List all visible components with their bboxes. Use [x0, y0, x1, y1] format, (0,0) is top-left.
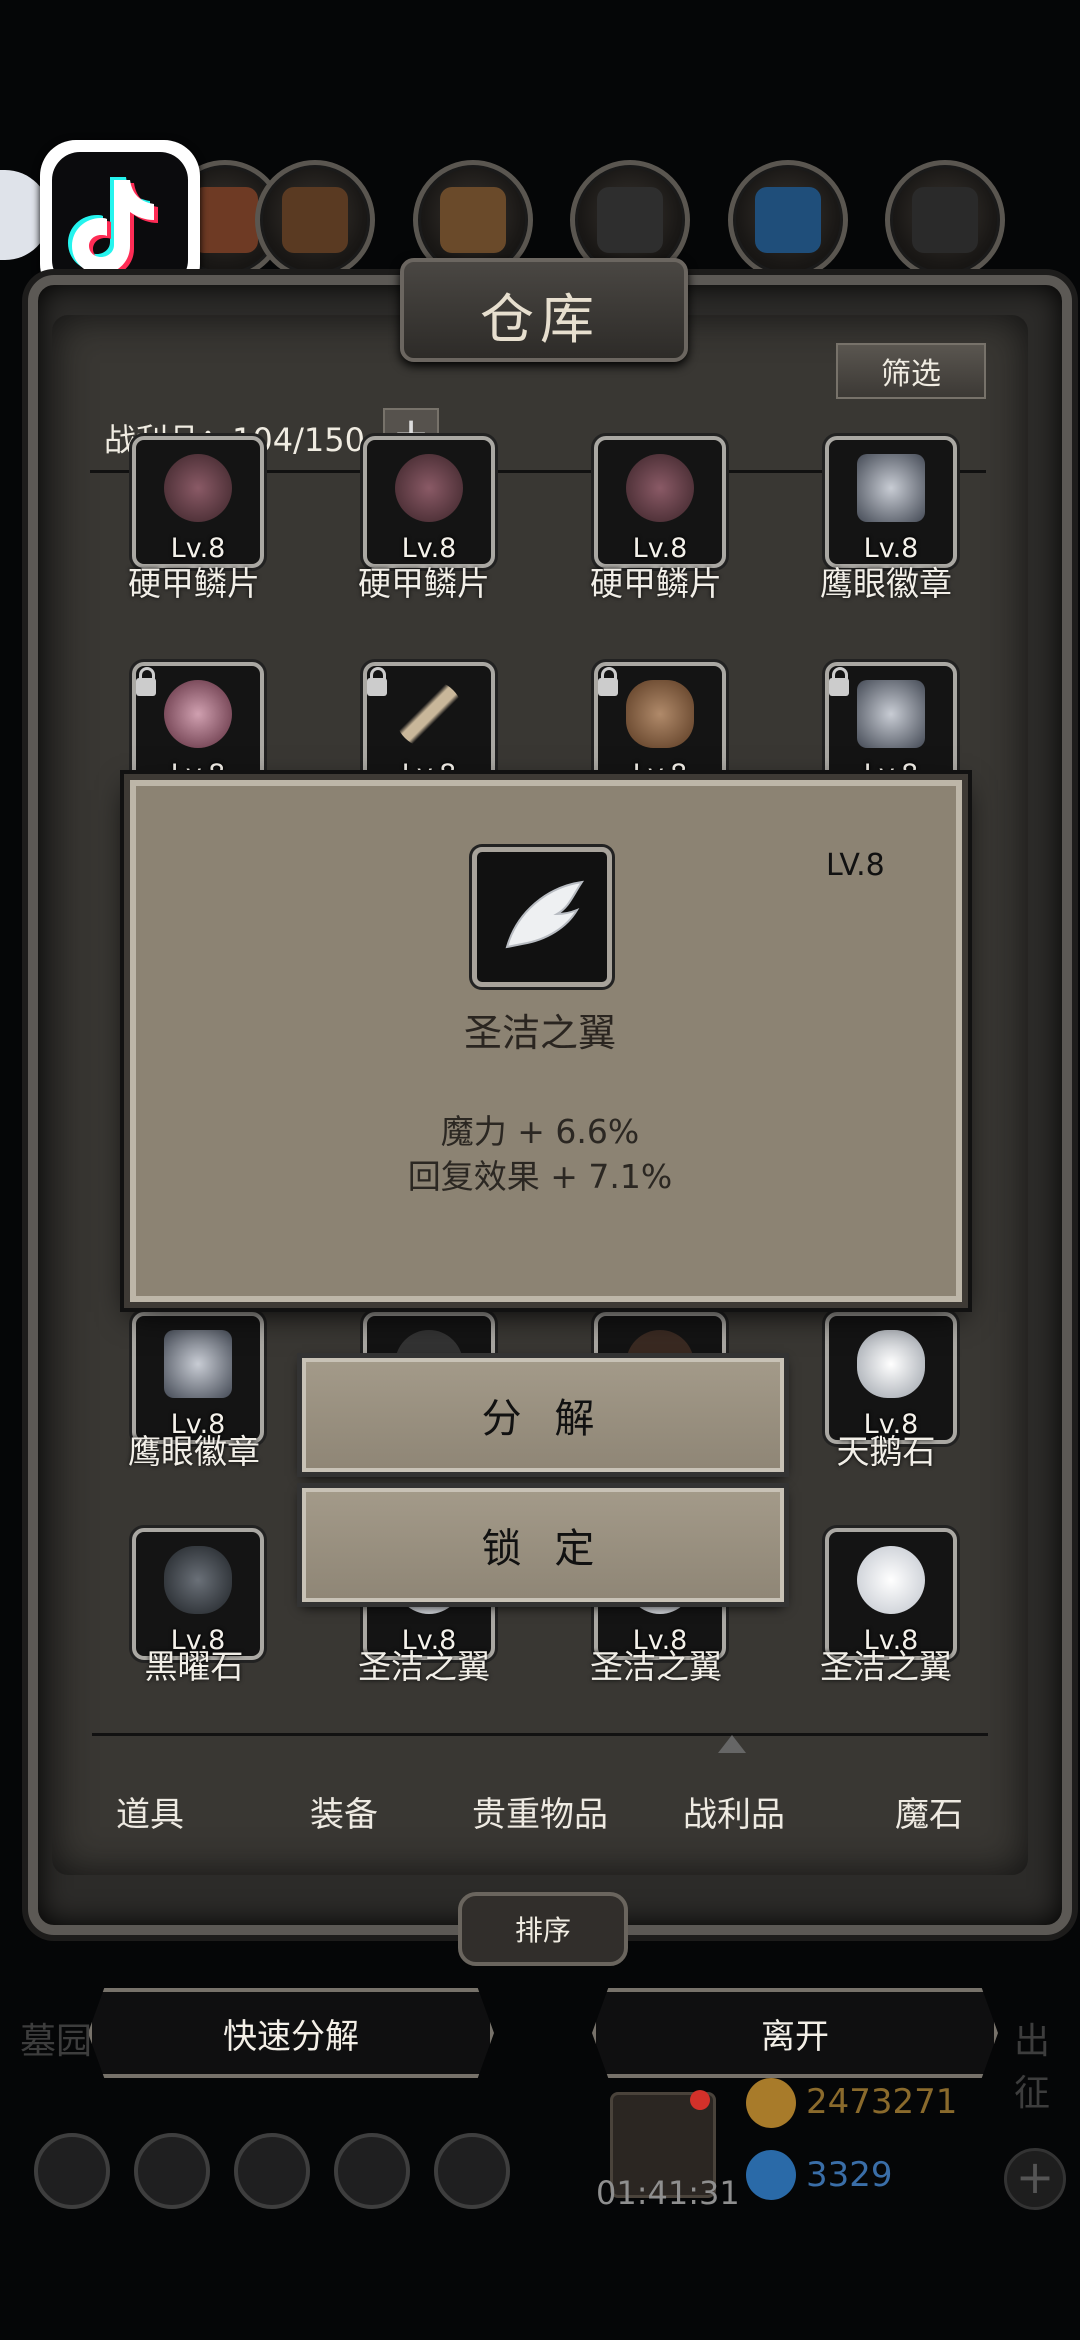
gold-amount: 2473271 [806, 2082, 958, 2122]
lock-icon [829, 667, 849, 696]
mail-icon[interactable] [334, 2133, 410, 2209]
badge-icon [857, 454, 925, 522]
detail-stat: 魔力 + 6.6% [440, 1112, 640, 1151]
detail-name: 圣洁之翼 [463, 1011, 616, 1055]
lock-icon [598, 667, 618, 696]
item-name: 黑曜石 [144, 1647, 244, 1686]
scale-icon [395, 454, 463, 522]
book-icon[interactable] [234, 2133, 310, 2209]
notification-dot [690, 2090, 710, 2110]
item-slot[interactable]: Lv.8 [594, 436, 726, 568]
decompose-button[interactable]: 分 解 [302, 1358, 784, 1472]
tab-magic-stone[interactable]: 魔石 [895, 1787, 963, 1836]
item-name: 硬甲鳞片 [590, 564, 722, 603]
sword-icon[interactable] [434, 2133, 510, 2209]
badge-icon [164, 1330, 232, 1398]
tab-valuables[interactable]: 贵重物品 [472, 1787, 608, 1836]
item-name: 圣洁之翼 [358, 1647, 490, 1686]
scale-icon [626, 454, 694, 522]
eye-icon [164, 680, 232, 748]
countdown-timer: 01:41:31 [596, 2174, 740, 2212]
tab-items[interactable]: 道具 [116, 1787, 184, 1836]
tab-loot[interactable]: 战利品 [683, 1787, 785, 1836]
bg-left-label: 墓园 [20, 2021, 93, 2062]
badge-icon [857, 680, 925, 748]
leave-button[interactable]: 离开 [592, 1988, 998, 2078]
add-currency-button[interactable]: + [1004, 2148, 1066, 2210]
bg-right-label: 出征 [1014, 2021, 1051, 2114]
tab-equipment[interactable]: 装备 [310, 1787, 378, 1836]
lock-icon [367, 667, 387, 696]
item-name: 硬甲鳞片 [358, 564, 490, 603]
item-name: 圣洁之翼 [820, 1647, 952, 1686]
quick-decompose-button[interactable]: 快速分解 [88, 1988, 494, 2078]
wing-icon [472, 847, 612, 987]
obsidian-icon [164, 1546, 232, 1614]
item-name: 硬甲鳞片 [128, 564, 260, 603]
gold-coin-icon [746, 2078, 796, 2128]
staff-icon [395, 680, 463, 748]
item-slot[interactable]: Lv.8 [825, 436, 957, 568]
item-name: 天鹅石 [836, 1432, 936, 1471]
gear-icon[interactable] [34, 2133, 110, 2209]
detail-level: LV.8 [826, 848, 885, 883]
gem-icon [746, 2150, 796, 2200]
item-name: 鹰眼徽章 [128, 1432, 260, 1471]
lock-button[interactable]: 锁 定 [302, 1488, 784, 1602]
filter-button[interactable]: 筛选 [836, 343, 986, 399]
item-name: 圣洁之翼 [590, 1647, 722, 1686]
swan-stone-icon [857, 1330, 925, 1398]
gem-amount: 3329 [806, 2155, 893, 2195]
divider [92, 1733, 988, 1736]
slot-6[interactable] [885, 160, 1005, 280]
item-slot[interactable]: Lv.8 [132, 436, 264, 568]
item-name: 鹰眼徽章 [820, 564, 952, 603]
page-title: 仓库 [480, 288, 600, 351]
detail-stat: 回复效果 + 7.1% [407, 1157, 673, 1196]
scale-icon [164, 454, 232, 522]
wing-icon [857, 1546, 925, 1614]
sort-button[interactable]: 排序 [458, 1892, 628, 1966]
slot-2[interactable] [255, 160, 375, 280]
slot-5[interactable] [728, 160, 848, 280]
lock-icon [136, 667, 156, 696]
item-slot[interactable]: Lv.8 [363, 436, 495, 568]
shield-icon[interactable] [134, 2133, 210, 2209]
shell-icon [626, 680, 694, 748]
